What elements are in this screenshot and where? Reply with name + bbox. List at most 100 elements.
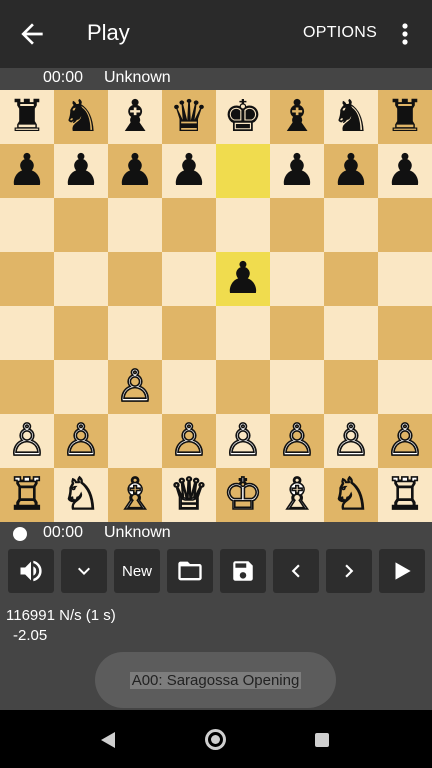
save-button[interactable]	[220, 549, 266, 593]
square-g5[interactable]	[324, 252, 378, 306]
square-c6[interactable]	[108, 198, 162, 252]
square-f3[interactable]	[270, 360, 324, 414]
expand-button[interactable]	[61, 549, 107, 593]
square-b4[interactable]	[54, 306, 108, 360]
square-h2[interactable]: ♙	[378, 414, 432, 468]
chess-piece[interactable]: ♚	[223, 95, 262, 139]
square-d6[interactable]	[162, 198, 216, 252]
chess-piece[interactable]: ♛	[169, 95, 208, 139]
square-f8[interactable]: ♝	[270, 90, 324, 144]
chess-piece[interactable]: ♗	[114, 472, 155, 518]
chess-piece[interactable]: ♙	[6, 418, 47, 464]
square-g4[interactable]	[324, 306, 378, 360]
square-e3[interactable]	[216, 360, 270, 414]
chess-piece[interactable]: ♔	[222, 472, 263, 518]
square-c8[interactable]: ♝	[108, 90, 162, 144]
square-g7[interactable]: ♟	[324, 144, 378, 198]
square-h8[interactable]: ♜	[378, 90, 432, 144]
square-b3[interactable]	[54, 360, 108, 414]
chess-piece[interactable]: ♞	[61, 95, 100, 139]
square-a7[interactable]: ♟	[0, 144, 54, 198]
chess-piece[interactable]: ♙	[330, 418, 371, 464]
next-move-button[interactable]	[326, 549, 372, 593]
square-a3[interactable]	[0, 360, 54, 414]
square-h6[interactable]	[378, 198, 432, 252]
chess-piece[interactable]: ♗	[276, 472, 317, 518]
chess-piece[interactable]: ♟	[61, 149, 100, 193]
square-e4[interactable]	[216, 306, 270, 360]
square-a2[interactable]: ♙	[0, 414, 54, 468]
square-b1[interactable]: ♘	[54, 468, 108, 522]
square-d1[interactable]: ♕	[162, 468, 216, 522]
chess-piece[interactable]: ♘	[60, 472, 101, 518]
chess-piece[interactable]: ♝	[115, 95, 154, 139]
chess-piece[interactable]: ♟	[7, 149, 46, 193]
play-button[interactable]	[379, 549, 425, 593]
square-g1[interactable]: ♘	[324, 468, 378, 522]
square-c7[interactable]: ♟	[108, 144, 162, 198]
chess-board[interactable]: ♜ ♞ ♝ ♛ ♚ ♝ ♞ ♜ ♟ ♟ ♟ ♟ ♟ ♟ ♟ ♟ ♙ ♙ ♙ ♙ ♙ ♙ ♙ ♙ ♖ ♘ ♗ ♕ ♔ ♗ ♘ ♖	[0, 90, 432, 522]
square-g8[interactable]: ♞	[324, 90, 378, 144]
chess-piece[interactable]: ♙	[222, 418, 263, 464]
square-f6[interactable]	[270, 198, 324, 252]
square-h4[interactable]	[378, 306, 432, 360]
square-b5[interactable]	[54, 252, 108, 306]
square-a6[interactable]	[0, 198, 54, 252]
chess-piece[interactable]: ♟	[169, 149, 208, 193]
square-g3[interactable]	[324, 360, 378, 414]
square-f5[interactable]	[270, 252, 324, 306]
square-g2[interactable]: ♙	[324, 414, 378, 468]
square-e7[interactable]	[216, 144, 270, 198]
square-h3[interactable]	[378, 360, 432, 414]
new-game-button[interactable]: New	[114, 549, 160, 593]
chess-piece[interactable]: ♖	[384, 472, 425, 518]
nav-recents-icon[interactable]	[315, 733, 329, 747]
square-h5[interactable]	[378, 252, 432, 306]
square-a4[interactable]	[0, 306, 54, 360]
open-button[interactable]	[167, 549, 213, 593]
options-button[interactable]: OPTIONS	[303, 24, 377, 42]
square-c5[interactable]	[108, 252, 162, 306]
more-vert-icon[interactable]	[396, 18, 414, 50]
square-d3[interactable]	[162, 360, 216, 414]
chess-piece[interactable]: ♕	[168, 472, 209, 518]
square-d4[interactable]	[162, 306, 216, 360]
chess-piece[interactable]: ♟	[277, 149, 316, 193]
square-e8[interactable]: ♚	[216, 90, 270, 144]
square-d2[interactable]: ♙	[162, 414, 216, 468]
nav-home-icon[interactable]	[205, 729, 226, 750]
square-b2[interactable]: ♙	[54, 414, 108, 468]
square-c2[interactable]	[108, 414, 162, 468]
chess-piece[interactable]: ♟	[115, 149, 154, 193]
square-d8[interactable]: ♛	[162, 90, 216, 144]
square-a8[interactable]: ♜	[0, 90, 54, 144]
square-c1[interactable]: ♗	[108, 468, 162, 522]
square-d7[interactable]: ♟	[162, 144, 216, 198]
square-c4[interactable]	[108, 306, 162, 360]
square-c3[interactable]: ♙	[108, 360, 162, 414]
square-d5[interactable]	[162, 252, 216, 306]
chess-piece[interactable]: ♖	[6, 472, 47, 518]
sound-button[interactable]	[8, 549, 54, 593]
chess-piece[interactable]: ♙	[168, 418, 209, 464]
chess-piece[interactable]: ♘	[330, 472, 371, 518]
square-f4[interactable]	[270, 306, 324, 360]
chess-piece[interactable]: ♟	[223, 257, 262, 301]
square-e5[interactable]: ♟	[216, 252, 270, 306]
chess-piece[interactable]: ♙	[384, 418, 425, 464]
square-f1[interactable]: ♗	[270, 468, 324, 522]
square-b8[interactable]: ♞	[54, 90, 108, 144]
chess-piece[interactable]: ♝	[277, 95, 316, 139]
square-b7[interactable]: ♟	[54, 144, 108, 198]
chess-piece[interactable]: ♟	[385, 149, 424, 193]
square-h7[interactable]: ♟	[378, 144, 432, 198]
chess-piece[interactable]: ♜	[385, 95, 424, 139]
square-b6[interactable]	[54, 198, 108, 252]
chess-piece[interactable]: ♙	[114, 364, 155, 410]
chess-piece[interactable]: ♟	[331, 149, 370, 193]
nav-back-icon[interactable]	[100, 731, 116, 749]
square-e2[interactable]: ♙	[216, 414, 270, 468]
square-f7[interactable]: ♟	[270, 144, 324, 198]
chess-piece[interactable]: ♜	[7, 95, 46, 139]
square-f2[interactable]: ♙	[270, 414, 324, 468]
